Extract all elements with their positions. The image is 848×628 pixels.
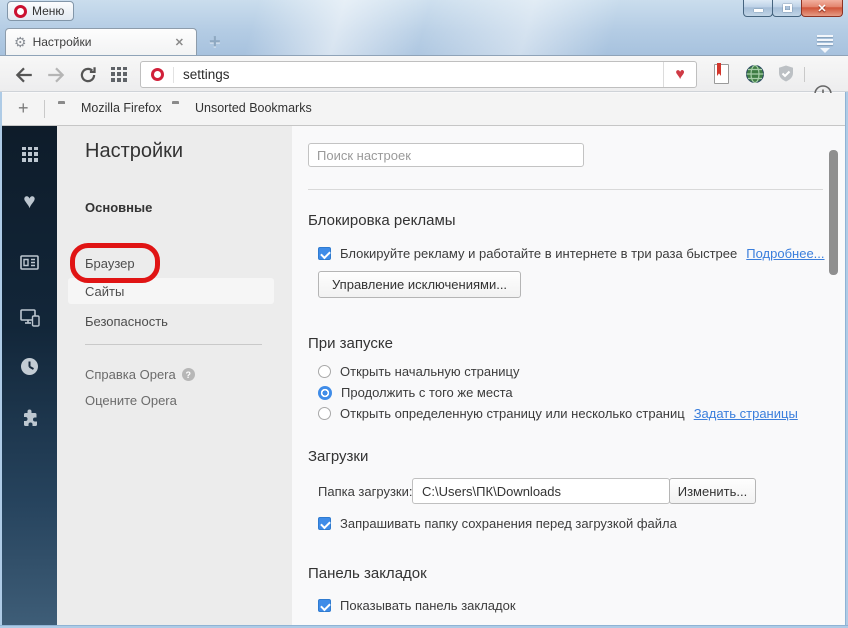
globe-icon[interactable] <box>745 64 765 84</box>
content-divider <box>308 189 823 190</box>
bookmark-folder-unsorted[interactable]: Unsorted Bookmarks <box>195 101 312 115</box>
new-tab-button[interactable]: + <box>203 31 227 54</box>
change-folder-button[interactable]: Изменить... <box>669 478 756 504</box>
address-url-text[interactable]: settings <box>183 67 663 82</box>
startup-radio-continue[interactable] <box>318 385 332 400</box>
ask-folder-checkbox-row: Запрашивать папку сохранения перед загру… <box>318 516 677 531</box>
bookmark-folder-mozilla[interactable]: Mozilla Firefox <box>81 101 162 115</box>
manage-exceptions-button[interactable]: Управление исключениями... <box>318 271 522 298</box>
tab-title: Настройки <box>32 35 92 49</box>
ask-folder-checkbox[interactable] <box>318 517 331 530</box>
opera-favicon <box>151 68 164 81</box>
sidebar-bookmarks-heart-icon[interactable]: ♥ <box>2 190 57 214</box>
titlebar: Меню ✕ ⚙ Настройки ✕ + <box>0 0 848 55</box>
download-folder-label: Папка загрузки: <box>318 484 413 499</box>
opera-menu-button[interactable]: Меню <box>7 1 75 21</box>
close-icon: ✕ <box>817 2 827 15</box>
adblock-checkbox-label: Блокируйте рекламу и работайте в интерне… <box>340 246 738 261</box>
nav-rate-link[interactable]: Оцените Opera <box>85 393 177 408</box>
startup-option-row: Открыть определенную страницу или нескол… <box>318 406 798 421</box>
nav-divider <box>85 344 262 345</box>
sidebar-history-clock-icon[interactable] <box>2 357 57 376</box>
tab-menu-icon[interactable] <box>816 35 834 53</box>
sidebar-extensions-puzzle-icon[interactable] <box>2 409 57 428</box>
add-bookmark-button[interactable]: + <box>18 98 29 119</box>
minimize-button[interactable] <box>743 0 773 17</box>
tab-settings[interactable]: ⚙ Настройки ✕ <box>5 28 197 55</box>
set-pages-link[interactable]: Задать страницы <box>694 406 798 421</box>
nav-item-sites[interactable]: Сайты <box>85 284 124 299</box>
nav-group-basic: Основные <box>85 200 153 215</box>
startup-radio-start-page[interactable] <box>318 365 331 378</box>
bookmarks-separator <box>44 100 45 118</box>
bookmark-page-icon[interactable] <box>714 64 729 84</box>
red-annotation-oval <box>70 243 160 283</box>
address-bar[interactable]: settings ♥ <box>140 61 697 88</box>
bookmarks-bar: + Mozilla Firefox Unsorted Bookmarks <box>0 93 848 126</box>
adblock-checkbox-row: Блокируйте рекламу и работайте в интерне… <box>318 246 825 261</box>
search-settings-input[interactable] <box>308 143 584 167</box>
sidebar: ♥ <box>2 126 57 625</box>
maximize-icon <box>782 4 792 12</box>
scrollbar-thumb[interactable] <box>829 150 838 275</box>
opera-browser-window: Меню ✕ ⚙ Настройки ✕ + settings ♥ + Mozi… <box>0 0 848 628</box>
minimize-icon <box>753 8 763 12</box>
startup-radio-specific-pages[interactable] <box>318 407 331 420</box>
gear-icon: ⚙ <box>14 33 27 50</box>
adblock-checkbox[interactable] <box>318 247 331 260</box>
startup-option-row: Продолжить с того же места <box>318 385 513 400</box>
adblock-section-heading: Блокировка рекламы <box>308 212 456 229</box>
adblock-more-link[interactable]: Подробнее... <box>746 246 824 261</box>
opera-logo-icon <box>14 4 27 18</box>
speed-dial-icon[interactable] <box>111 67 127 82</box>
maximize-button[interactable] <box>772 0 802 17</box>
bookmark-heart-button[interactable]: ♥ <box>663 62 696 87</box>
startup-section-heading: При запуске <box>308 335 393 352</box>
shield-icon[interactable] <box>776 64 796 84</box>
window-controls: ✕ <box>743 0 843 17</box>
reload-button-icon[interactable] <box>78 65 98 85</box>
forward-button-icon[interactable] <box>46 65 66 85</box>
settings-nav-panel: Настройки Основные Браузер Сайты Безопас… <box>57 126 292 625</box>
address-separator <box>173 66 174 83</box>
toolbar: settings ♥ <box>0 55 848 103</box>
show-bookmarks-checkbox-row: Показывать панель закладок <box>318 598 516 613</box>
sidebar-news-icon[interactable] <box>2 254 57 271</box>
back-button-icon[interactable] <box>14 65 34 85</box>
startup-option-row: Открыть начальную страницу <box>318 364 520 379</box>
downloads-section-heading: Загрузки <box>308 448 369 465</box>
download-folder-field[interactable]: C:\Users\ПК\Downloads <box>412 478 670 504</box>
close-window-button[interactable]: ✕ <box>801 0 843 17</box>
tab-close-icon[interactable]: ✕ <box>171 34 188 51</box>
settings-content: Блокировка рекламы Блокируйте рекламу и … <box>292 126 845 625</box>
toolbar-separator <box>804 67 805 82</box>
sidebar-my-flow-devices-icon[interactable] <box>2 308 57 327</box>
menu-button-label: Меню <box>32 4 65 18</box>
settings-page-title: Настройки <box>85 140 184 162</box>
nav-item-security[interactable]: Безопасность <box>85 314 168 329</box>
help-question-icon[interactable]: ? <box>181 368 195 381</box>
sidebar-speed-dial-icon[interactable] <box>2 147 57 162</box>
bookmarks-section-heading: Панель закладок <box>308 565 427 582</box>
nav-help-link[interactable]: Справка Opera ? <box>85 367 195 382</box>
show-bookmarks-checkbox[interactable] <box>318 599 331 612</box>
